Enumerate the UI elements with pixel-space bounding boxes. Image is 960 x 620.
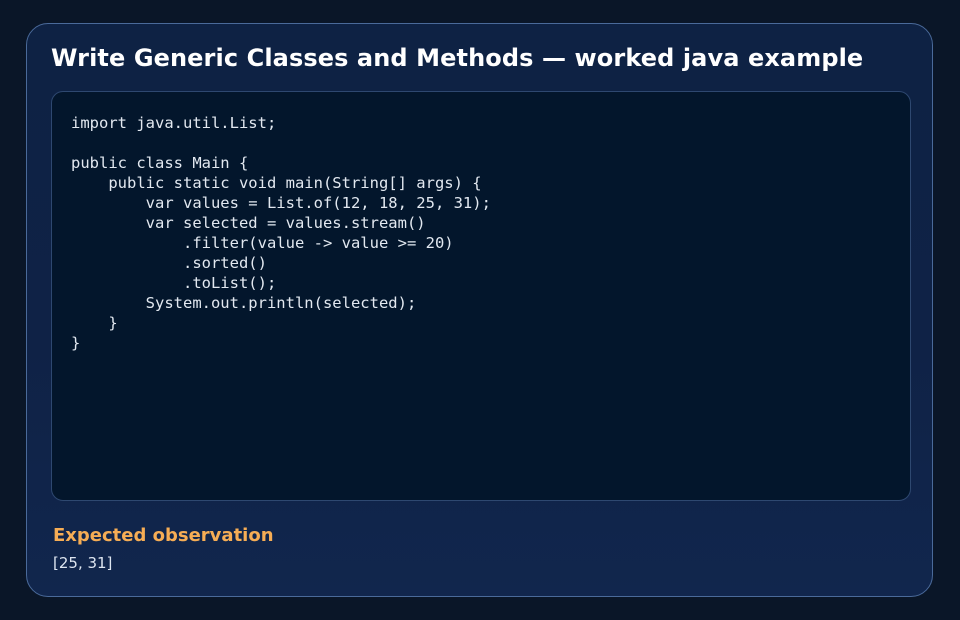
code-text: import java.util.List; public class Main… <box>71 114 491 352</box>
code-block: import java.util.List; public class Main… <box>51 91 911 501</box>
observation-label: Expected observation <box>53 525 274 546</box>
example-card: Write Generic Classes and Methods — work… <box>26 23 933 597</box>
card-title: Write Generic Classes and Methods — work… <box>51 44 864 72</box>
observation-value: [25, 31] <box>53 554 113 572</box>
